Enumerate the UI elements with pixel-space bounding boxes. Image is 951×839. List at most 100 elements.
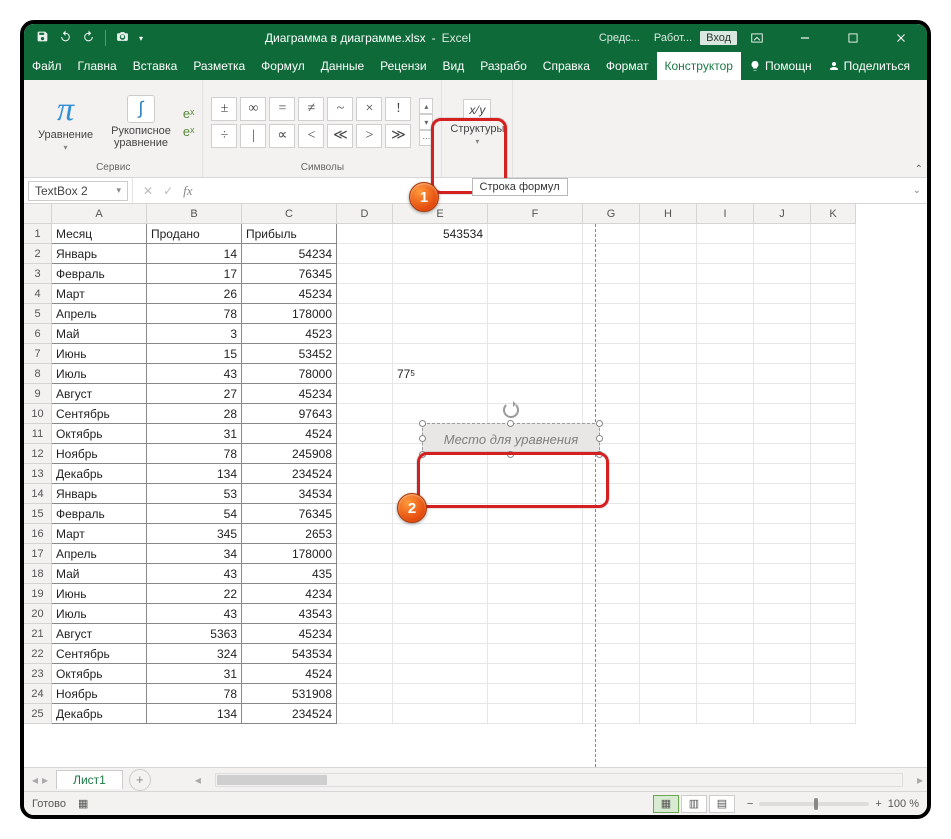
cell-G16[interactable] bbox=[583, 524, 640, 544]
cell-C15[interactable]: 76345 bbox=[242, 504, 337, 524]
cell-H25[interactable] bbox=[640, 704, 697, 724]
cell-K14[interactable] bbox=[811, 484, 856, 504]
cell-I14[interactable] bbox=[697, 484, 754, 504]
cell-B24[interactable]: 78 bbox=[147, 684, 242, 704]
cell-F5[interactable] bbox=[488, 304, 583, 324]
cell-G5[interactable] bbox=[583, 304, 640, 324]
cell-E14[interactable] bbox=[393, 484, 488, 504]
cell-D11[interactable] bbox=[337, 424, 393, 444]
cell-D12[interactable] bbox=[337, 444, 393, 464]
cell-E5[interactable] bbox=[393, 304, 488, 324]
cell-I11[interactable] bbox=[697, 424, 754, 444]
cell-I20[interactable] bbox=[697, 604, 754, 624]
cell-I21[interactable] bbox=[697, 624, 754, 644]
cell-H23[interactable] bbox=[640, 664, 697, 684]
cell-H8[interactable] bbox=[640, 364, 697, 384]
cell-C1[interactable]: Прибыль bbox=[242, 224, 337, 244]
horizontal-scrollbar[interactable] bbox=[215, 773, 903, 787]
tab-home[interactable]: Главна bbox=[70, 52, 125, 80]
equation-placeholder-box[interactable]: Место для уравнения bbox=[422, 423, 600, 455]
cell-A25[interactable]: Декабрь bbox=[52, 704, 147, 724]
cell-F21[interactable] bbox=[488, 624, 583, 644]
cell-A12[interactable]: Ноябрь bbox=[52, 444, 147, 464]
zoom-in-button[interactable]: + bbox=[875, 798, 881, 810]
cell-F14[interactable] bbox=[488, 484, 583, 504]
cell-B10[interactable]: 28 bbox=[147, 404, 242, 424]
cell-E13[interactable] bbox=[393, 464, 488, 484]
symbol-±[interactable]: ± bbox=[211, 97, 237, 121]
cell-E22[interactable] bbox=[393, 644, 488, 664]
cell-K18[interactable] bbox=[811, 564, 856, 584]
row-header-18[interactable]: 18 bbox=[24, 564, 52, 584]
cell-D2[interactable] bbox=[337, 244, 393, 264]
cell-I8[interactable] bbox=[697, 364, 754, 384]
cell-C12[interactable]: 245908 bbox=[242, 444, 337, 464]
cell-E7[interactable] bbox=[393, 344, 488, 364]
cell-B17[interactable]: 34 bbox=[147, 544, 242, 564]
cell-I24[interactable] bbox=[697, 684, 754, 704]
cell-H17[interactable] bbox=[640, 544, 697, 564]
hscroll-left-icon[interactable]: ◂ bbox=[191, 773, 205, 787]
tab-design[interactable]: Конструктор bbox=[657, 52, 741, 80]
cell-F18[interactable] bbox=[488, 564, 583, 584]
row-header-15[interactable]: 15 bbox=[24, 504, 52, 524]
cell-D20[interactable] bbox=[337, 604, 393, 624]
cell-I9[interactable] bbox=[697, 384, 754, 404]
row-header-6[interactable]: 6 bbox=[24, 324, 52, 344]
cell-C19[interactable]: 4234 bbox=[242, 584, 337, 604]
cell-C8[interactable]: 78000 bbox=[242, 364, 337, 384]
cell-J18[interactable] bbox=[754, 564, 811, 584]
cell-G19[interactable] bbox=[583, 584, 640, 604]
cell-G6[interactable] bbox=[583, 324, 640, 344]
col-header-K[interactable]: K bbox=[811, 204, 856, 224]
cell-J19[interactable] bbox=[754, 584, 811, 604]
cell-A18[interactable]: Май bbox=[52, 564, 147, 584]
hscroll-right-icon[interactable]: ▸ bbox=[913, 773, 927, 787]
cell-A6[interactable]: Май bbox=[52, 324, 147, 344]
cell-D7[interactable] bbox=[337, 344, 393, 364]
col-header-G[interactable]: G bbox=[583, 204, 640, 224]
cell-J5[interactable] bbox=[754, 304, 811, 324]
cell-C13[interactable]: 234524 bbox=[242, 464, 337, 484]
symbol-![interactable]: ! bbox=[385, 97, 411, 121]
cell-D24[interactable] bbox=[337, 684, 393, 704]
close-button[interactable] bbox=[881, 24, 921, 52]
cell-D16[interactable] bbox=[337, 524, 393, 544]
cell-B13[interactable]: 134 bbox=[147, 464, 242, 484]
row-header-11[interactable]: 11 bbox=[24, 424, 52, 444]
cell-F19[interactable] bbox=[488, 584, 583, 604]
cell-K20[interactable] bbox=[811, 604, 856, 624]
cell-J20[interactable] bbox=[754, 604, 811, 624]
cell-C14[interactable]: 34534 bbox=[242, 484, 337, 504]
zoom-slider[interactable] bbox=[759, 802, 869, 806]
cell-E25[interactable] bbox=[393, 704, 488, 724]
cell-I5[interactable] bbox=[697, 304, 754, 324]
cell-C21[interactable]: 45234 bbox=[242, 624, 337, 644]
cell-A14[interactable]: Январь bbox=[52, 484, 147, 504]
cell-A3[interactable]: Февраль bbox=[52, 264, 147, 284]
symbol-×[interactable]: × bbox=[356, 97, 382, 121]
cell-J10[interactable] bbox=[754, 404, 811, 424]
cell-D3[interactable] bbox=[337, 264, 393, 284]
cell-H11[interactable] bbox=[640, 424, 697, 444]
cell-I23[interactable] bbox=[697, 664, 754, 684]
col-header-C[interactable]: C bbox=[242, 204, 337, 224]
cell-G21[interactable] bbox=[583, 624, 640, 644]
cell-I3[interactable] bbox=[697, 264, 754, 284]
cell-A9[interactable]: Август bbox=[52, 384, 147, 404]
cell-C4[interactable]: 45234 bbox=[242, 284, 337, 304]
cell-I2[interactable] bbox=[697, 244, 754, 264]
cell-A21[interactable]: Август bbox=[52, 624, 147, 644]
cell-K24[interactable] bbox=[811, 684, 856, 704]
cell-F7[interactable] bbox=[488, 344, 583, 364]
cell-G1[interactable] bbox=[583, 224, 640, 244]
cell-J15[interactable] bbox=[754, 504, 811, 524]
cell-E15[interactable] bbox=[393, 504, 488, 524]
cell-H24[interactable] bbox=[640, 684, 697, 704]
cell-C23[interactable]: 4524 bbox=[242, 664, 337, 684]
cell-G14[interactable] bbox=[583, 484, 640, 504]
cell-F6[interactable] bbox=[488, 324, 583, 344]
cell-G18[interactable] bbox=[583, 564, 640, 584]
cell-H16[interactable] bbox=[640, 524, 697, 544]
cell-J22[interactable] bbox=[754, 644, 811, 664]
